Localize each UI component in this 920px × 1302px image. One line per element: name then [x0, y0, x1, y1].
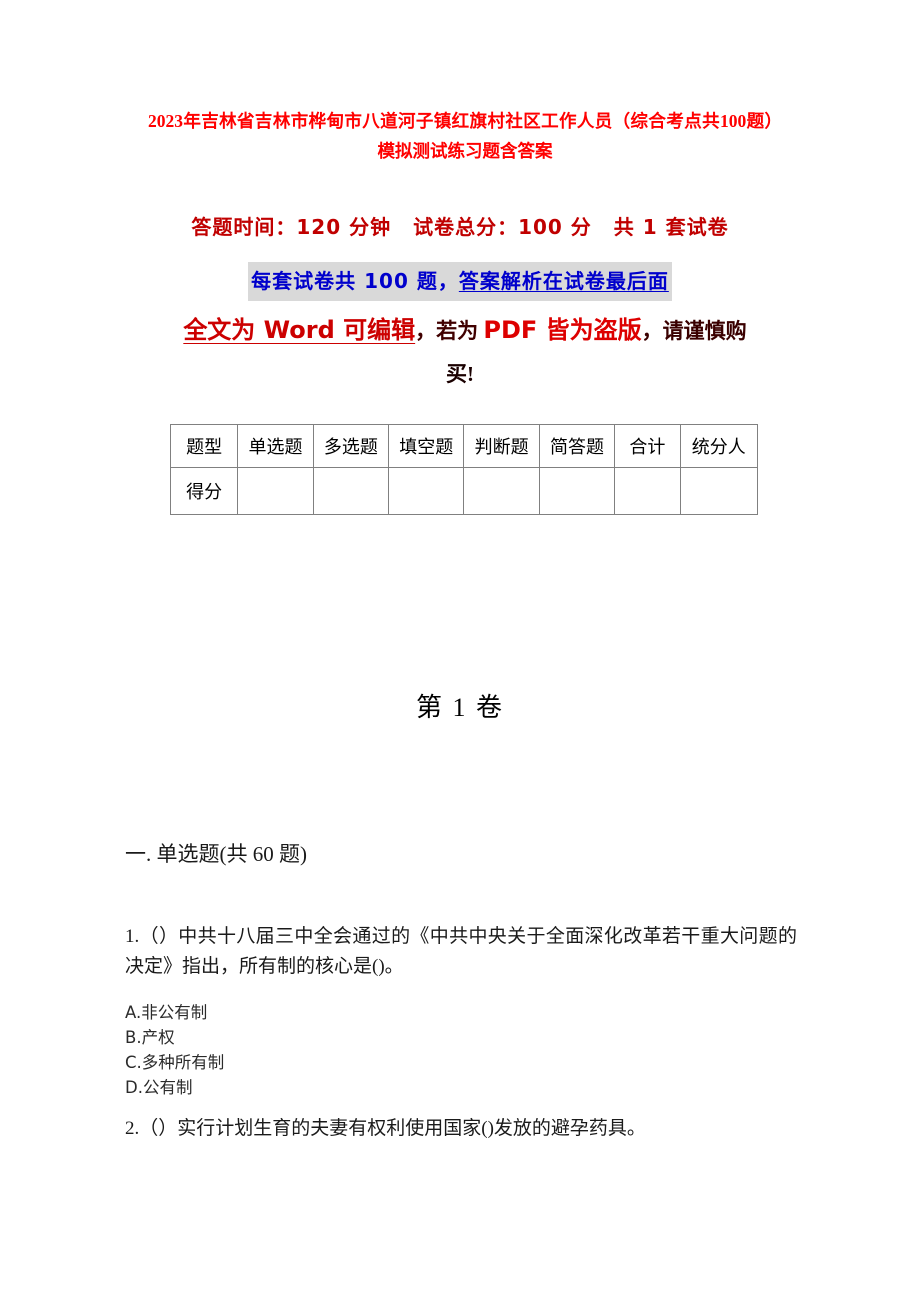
table-header-cell: 单选题: [237, 424, 314, 468]
question-block: 2.（）实行计划生育的夫妻有权利使用国家()发放的避孕药具。: [125, 1114, 797, 1144]
option-a[interactable]: A.非公有制: [125, 1000, 224, 1025]
question-options: A.非公有制 B.产权 C.多种所有制 D.公有制: [125, 1000, 224, 1100]
score-cell-fill-blank[interactable]: [388, 467, 465, 515]
question-text: 1.（）中共十八届三中全会通过的《中共中央关于全面深化改革若干重大问题的决定》指…: [125, 926, 797, 977]
table-row: 题型 单选题 多选题 填空题 判断题 简答题 合计 统分人: [169, 424, 759, 468]
score-table: 题型 单选题 多选题 填空题 判断题 简答题 合计 统分人 得分: [169, 424, 759, 515]
exam-total-score-label: 试卷总分：100 分: [413, 215, 592, 239]
score-cell-multi-choice[interactable]: [312, 467, 390, 515]
option-d[interactable]: D.公有制: [125, 1075, 224, 1100]
exam-info-line: 答题时间：120 分钟 试卷总分：100 分共 1 套试卷: [0, 212, 920, 242]
table-row-label: 得分: [169, 467, 239, 515]
exam-answer-location-label: 答案解析在试卷最后面: [458, 269, 669, 293]
exam-time-label: 答题时间：120 分钟: [191, 215, 392, 239]
table-row: 得分: [169, 467, 759, 515]
piracy-warning: 全文为 Word 可编辑，若为 PDF 皆为盗版，请谨慎购: [148, 308, 782, 353]
warning-pdf-pirated: PDF 皆为盗版: [483, 316, 642, 344]
score-cell-scorer[interactable]: [679, 467, 759, 515]
exam-highlight-line: 每套试卷共 100 题，答案解析在试卷最后面: [248, 262, 672, 301]
warning-word-editable: 全文为 Word 可编辑: [183, 316, 416, 344]
exam-question-count-label: 每套试卷共 100 题，: [251, 269, 459, 293]
table-header-cell: 合计: [614, 424, 681, 468]
volume-heading: 第 1 卷: [415, 693, 504, 722]
question-text: 2.（）实行计划生育的夫妻有权利使用国家()发放的避孕药具。: [125, 1118, 646, 1139]
table-header-cell: 判断题: [463, 424, 540, 468]
document-page: 2023年吉林省吉林市桦甸市八道河子镇红旗村社区工作人员（综合考点共100题）模…: [0, 0, 920, 1302]
warning-last-line: 买!: [446, 362, 474, 386]
table-header-cell: 多选题: [312, 424, 390, 468]
score-cell-single-choice[interactable]: [237, 467, 314, 515]
warning-conjunction: ，若为: [415, 319, 484, 343]
exam-highlight-line-wrap: 每套试卷共 100 题，答案解析在试卷最后面: [0, 262, 920, 301]
page-title: 2023年吉林省吉林市桦甸市八道河子镇红旗村社区工作人员（综合考点共100题）模…: [148, 111, 782, 161]
question-block: 1.（）中共十八届三中全会通过的《中共中央关于全面深化改革若干重大问题的决定》指…: [125, 922, 797, 982]
table-header-cell: 填空题: [388, 424, 465, 468]
exam-paper-count-label: 共 1 套试卷: [613, 215, 729, 239]
table-header-cell: 统分人: [679, 424, 759, 468]
table-header-cell: 题型: [169, 424, 239, 468]
option-c[interactable]: C.多种所有制: [125, 1050, 224, 1075]
score-cell-true-false[interactable]: [463, 467, 540, 515]
section-heading-single-choice: 一. 单选题(共 60 题): [125, 842, 307, 866]
table-header-cell: 简答题: [538, 424, 616, 468]
warning-caution: ，请谨慎购: [641, 319, 747, 343]
score-cell-short-answer[interactable]: [538, 467, 616, 515]
score-cell-total[interactable]: [614, 467, 681, 515]
option-b[interactable]: B.产权: [125, 1025, 224, 1050]
